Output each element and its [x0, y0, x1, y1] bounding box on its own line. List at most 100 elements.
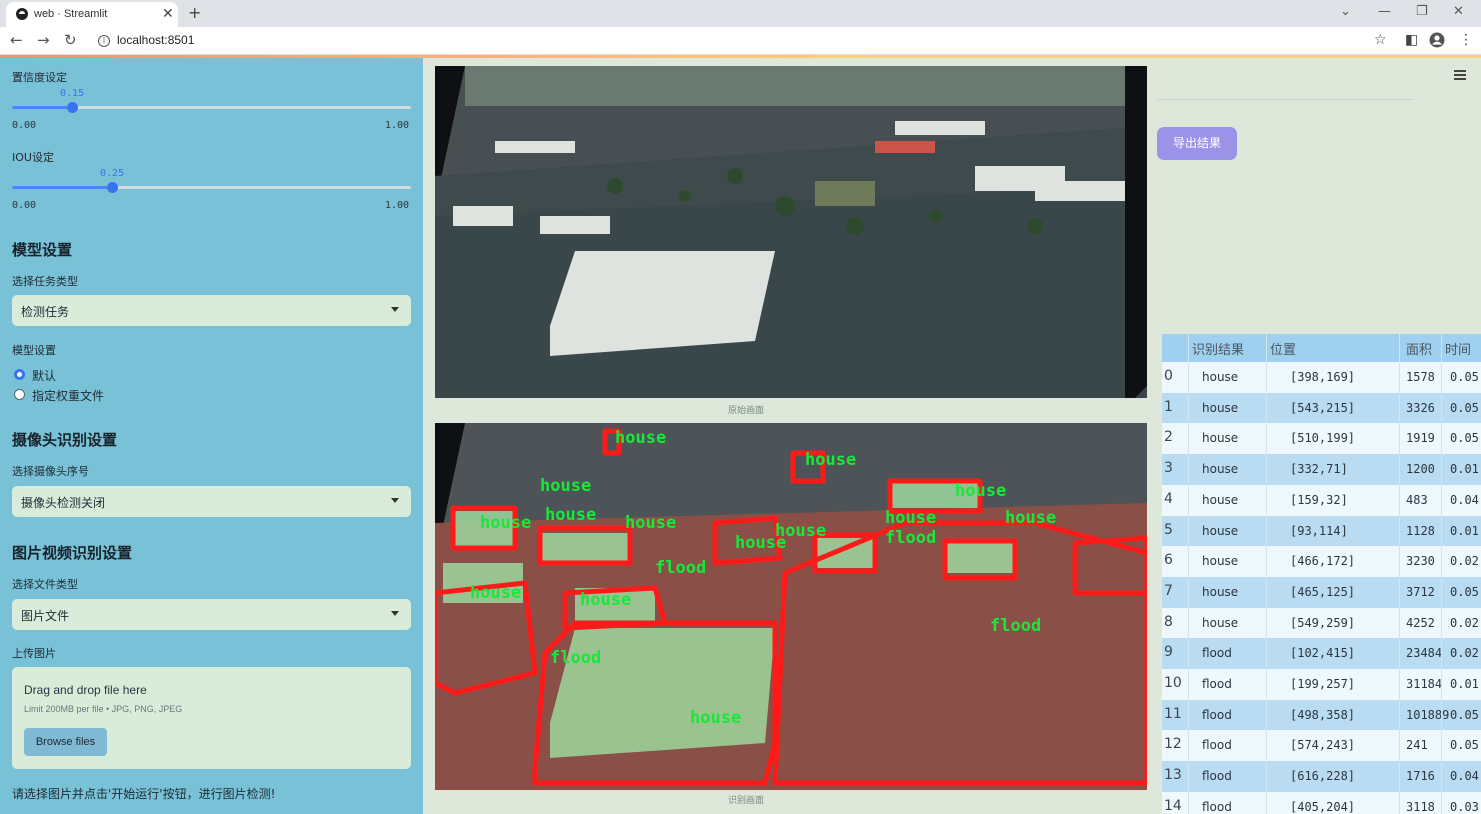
camera-index-value: 摄像头检测关闭	[21, 496, 106, 510]
table-row[interactable]: 9 flood [102,415] 23484 0.02	[1162, 638, 1481, 670]
confidence-slider[interactable]	[12, 102, 411, 113]
table-row[interactable]: 1 house [543,215] 3326 0.05	[1162, 392, 1481, 424]
detection-label: house	[580, 590, 631, 610]
chevron-down-icon	[391, 611, 399, 616]
row-area: 31184	[1406, 677, 1443, 691]
row-position: [465,125]	[1290, 584, 1356, 599]
row-class: house	[1202, 615, 1239, 630]
table-row[interactable]: 6 house [466,172] 3230 0.02	[1162, 546, 1481, 578]
radio-custom-weights[interactable]	[14, 389, 25, 400]
row-time: 0.02	[1450, 554, 1479, 569]
table-row[interactable]: 0 house [398,169] 1578 0.05	[1162, 362, 1481, 393]
header-class[interactable]: 识别结果	[1192, 339, 1244, 358]
forward-icon[interactable]: →	[37, 31, 50, 49]
header-area[interactable]: 面积	[1406, 339, 1432, 358]
row-time: 0.05	[1450, 738, 1479, 753]
row-position: [93,114]	[1290, 523, 1348, 538]
browser-tab[interactable]: web · Streamlit ✕	[6, 2, 178, 27]
table-row[interactable]: 5 house [93,114] 1128 0.01	[1162, 515, 1481, 547]
minimize-icon[interactable]: —	[1378, 4, 1391, 19]
row-time: 0.01	[1450, 677, 1479, 691]
table-row[interactable]: 7 house [465,125] 3712 0.05	[1162, 576, 1481, 608]
row-class: flood	[1202, 646, 1232, 661]
new-tab-icon[interactable]: +	[188, 3, 201, 22]
iou-min: 0.00	[12, 200, 37, 211]
browser-menu-icon[interactable]: ⋮	[1459, 32, 1473, 48]
row-position: [510,199]	[1290, 431, 1356, 446]
detection-label: flood	[550, 648, 601, 668]
table-row[interactable]: 12 flood [574,243] 241 0.05	[1162, 730, 1481, 762]
dropzone-title: Drag and drop file here	[24, 683, 147, 697]
back-icon[interactable]: ←	[10, 31, 23, 49]
table-row[interactable]: 10 flood [199,257] 31184 0.01	[1162, 669, 1481, 700]
table-row[interactable]: 4 house [159,32] 483 0.04	[1162, 484, 1481, 516]
iou-slider[interactable]	[12, 182, 411, 193]
media-section-heading: 图片视频识别设置	[12, 544, 133, 562]
sidebar: 置信度设定 0.15 0.00 1.00 IOU设定 0.25 0.00 1.0…	[0, 58, 423, 814]
confidence-slider-thumb[interactable]	[66, 102, 78, 113]
file-dropzone[interactable]: Drag and drop file here Limit 200MB per …	[12, 667, 411, 769]
table-row[interactable]: 14 flood [405,204] 3118 0.03	[1162, 791, 1481, 814]
table-row[interactable]: 3 house [332,71] 1200 0.01	[1162, 454, 1481, 486]
detection-label: flood	[655, 558, 706, 578]
restore-icon[interactable]: ❐	[1416, 4, 1428, 19]
camera-index-select[interactable]: 摄像头检测关闭	[12, 486, 411, 517]
export-results-button[interactable]: 导出结果	[1157, 127, 1237, 160]
bookmark-star-icon[interactable]: ☆	[1374, 32, 1387, 48]
original-image	[435, 66, 1147, 398]
row-area: 3326	[1406, 400, 1435, 415]
row-class: flood	[1202, 738, 1232, 753]
tab-search-chevron-icon[interactable]: ⌄	[1340, 4, 1351, 19]
confidence-min: 0.00	[12, 120, 37, 131]
row-class: house	[1202, 492, 1239, 507]
side-panel-icon[interactable]: ◧	[1405, 32, 1418, 48]
row-class: house	[1202, 370, 1239, 384]
detection-label: house	[470, 583, 521, 603]
row-class: house	[1202, 523, 1239, 538]
iou-slider-thumb[interactable]	[106, 182, 118, 193]
site-info-icon[interactable]: i	[98, 35, 110, 47]
profile-avatar-icon[interactable]	[1429, 32, 1445, 52]
row-index: 6	[1164, 552, 1173, 569]
hamburger-menu-icon[interactable]	[1454, 70, 1466, 82]
detection-result-photo: house house house house house house house house…	[435, 423, 1147, 790]
row-time: 0.02	[1450, 646, 1479, 661]
row-position: [543,215]	[1290, 400, 1356, 415]
table-row[interactable]: 8 house [549,259] 4252 0.02	[1162, 607, 1481, 639]
radio-custom-weights-label[interactable]: 指定权重文件	[32, 387, 104, 404]
results-table[interactable]: 识别结果 位置 面积 时间 0 house [398,169] 1578 0.05 1 ho…	[1162, 334, 1481, 814]
file-type-value: 图片文件	[21, 609, 70, 623]
row-class: house	[1202, 554, 1239, 569]
task-type-label: 选择任务类型	[12, 275, 78, 288]
radio-default-label[interactable]: 默认	[32, 367, 56, 384]
row-index: 0	[1164, 368, 1173, 384]
row-position: [498,358]	[1290, 707, 1356, 722]
close-window-icon[interactable]: ✕	[1453, 4, 1464, 19]
task-type-select[interactable]: 检测任务	[12, 295, 411, 326]
row-position: [466,172]	[1290, 554, 1356, 569]
result-caption: 识别画面	[727, 796, 765, 806]
table-row[interactable]: 11 flood [498,358] 101889 0.05	[1162, 699, 1481, 731]
divider	[1157, 99, 1412, 100]
row-area: 1200	[1406, 462, 1435, 477]
reload-icon[interactable]: ↻	[64, 31, 77, 49]
sidebar-hint: 请选择图片并点击'开始运行'按钮，进行图片检测!	[12, 787, 276, 801]
row-area: 241	[1406, 738, 1428, 753]
row-class: house	[1202, 462, 1239, 477]
url-field[interactable]: i localhost:8501	[90, 30, 1400, 52]
streamlit-favicon-icon	[16, 8, 28, 20]
header-position[interactable]: 位置	[1270, 339, 1296, 358]
file-type-select[interactable]: 图片文件	[12, 599, 411, 630]
radio-default[interactable]	[14, 369, 25, 380]
row-time: 0.02	[1450, 615, 1479, 630]
column-separator	[1266, 334, 1267, 814]
row-index: 13	[1164, 767, 1182, 784]
chevron-down-icon	[391, 498, 399, 503]
camera-section-heading: 摄像头识别设置	[12, 431, 118, 449]
header-time[interactable]: 时间	[1445, 339, 1471, 358]
url-text: localhost:8501	[117, 33, 195, 47]
table-row[interactable]: 2 house [510,199] 1919 0.05	[1162, 423, 1481, 455]
close-tab-icon[interactable]: ✕	[162, 6, 174, 22]
browse-files-button[interactable]: Browse files	[24, 728, 107, 756]
table-row[interactable]: 13 flood [616,228] 1716 0.04	[1162, 761, 1481, 793]
